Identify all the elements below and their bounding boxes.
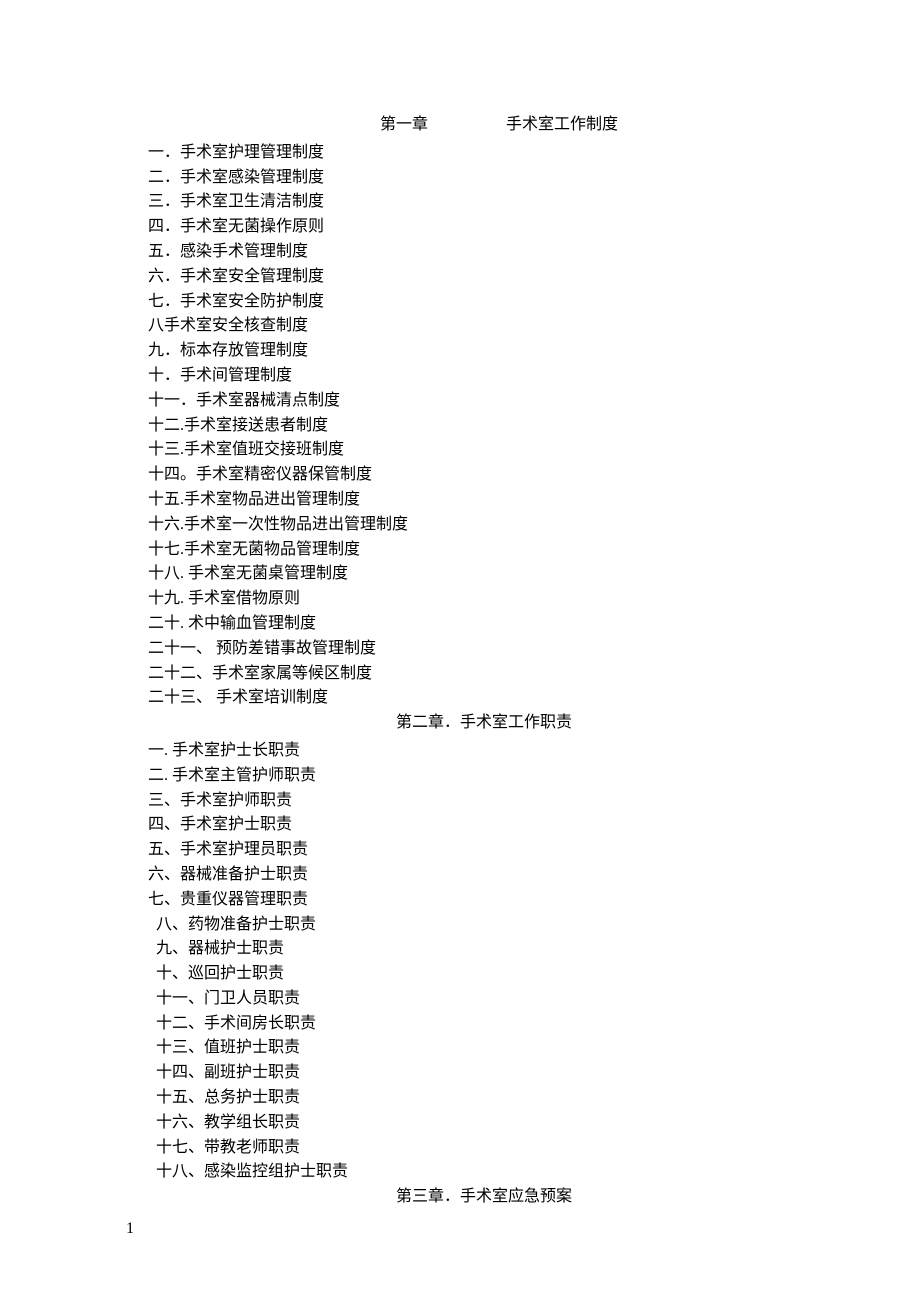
list-item: 二十二、手术室家属等候区制度 xyxy=(148,662,820,687)
list-item: 十四。手术室精密仪器保管制度 xyxy=(148,463,820,488)
list-item: 十一、门卫人员职责 xyxy=(148,987,820,1012)
list-item: 十六.手术室一次性物品进出管理制度 xyxy=(148,513,820,538)
list-item: 十、巡回护士职责 xyxy=(148,962,820,987)
list-item: 十七.手术室无菌物品管理制度 xyxy=(148,538,820,563)
list-item: 十三、值班护士职责 xyxy=(148,1036,820,1061)
list-item: 五．感染手术管理制度 xyxy=(148,240,820,265)
list-item: 四、手术室护士职责 xyxy=(148,813,820,838)
chapter-2-list: 一. 手术室护士长职责 二. 手术室主管护师职责 三、手术室护师职责 四、手术室… xyxy=(148,739,820,1185)
list-item: 十五.手术室物品进出管理制度 xyxy=(148,488,820,513)
list-item: 十四、副班护士职责 xyxy=(148,1061,820,1086)
list-item: 二十三、 手术室培训制度 xyxy=(148,686,820,711)
list-item: 二. 手术室主管护师职责 xyxy=(148,764,820,789)
list-item: 八手术室安全核查制度 xyxy=(148,314,820,339)
list-item: 一. 手术室护士长职责 xyxy=(148,739,820,764)
list-item: 十九. 手术室借物原则 xyxy=(148,587,820,612)
list-item: 七、贵重仪器管理职责 xyxy=(148,888,820,913)
list-item: 一．手术室护理管理制度 xyxy=(148,141,820,166)
chapter-2-name: 第二章．手术室工作职责 xyxy=(396,714,572,731)
list-item: 三、手术室护师职责 xyxy=(148,789,820,814)
chapter-3-title: 第三章．手术室应急预案 xyxy=(148,1185,820,1210)
chapter-1-label: 第一章 xyxy=(380,116,428,133)
list-item: 七．手术室安全防护制度 xyxy=(148,290,820,315)
list-item: 八、药物准备护士职责 xyxy=(148,913,820,938)
list-item: 十一．手术室器械清点制度 xyxy=(148,389,820,414)
chapter-1-list: 一．手术室护理管理制度 二．手术室感染管理制度 三．手术室卫生清洁制度 四．手术… xyxy=(148,141,820,711)
chapter-1-name: 手术室工作制度 xyxy=(506,116,618,133)
list-item: 十五、总务护士职责 xyxy=(148,1086,820,1111)
list-item: 三．手术室卫生清洁制度 xyxy=(148,190,820,215)
list-item: 二十. 术中输血管理制度 xyxy=(148,612,820,637)
list-item: 九、器械护士职责 xyxy=(148,937,820,962)
list-item: 十七、带教老师职责 xyxy=(148,1136,820,1161)
list-item: 十三.手术室值班交接班制度 xyxy=(148,438,820,463)
list-item: 六．手术室安全管理制度 xyxy=(148,265,820,290)
chapter-3-name: 第三章．手术室应急预案 xyxy=(396,1188,572,1205)
chapter-2-title: 第二章．手术室工作职责 xyxy=(148,711,820,736)
list-item: 二十一、 预防差错事故管理制度 xyxy=(148,637,820,662)
list-item: 十八、感染监控组护士职责 xyxy=(148,1160,820,1185)
document-content: 第一章 手术室工作制度 一．手术室护理管理制度 二．手术室感染管理制度 三．手术室… xyxy=(0,0,920,1210)
list-item: 十．手术间管理制度 xyxy=(148,364,820,389)
list-item: 十六、教学组长职责 xyxy=(148,1111,820,1136)
list-item: 九．标本存放管理制度 xyxy=(148,339,820,364)
chapter-1-title: 第一章 手术室工作制度 xyxy=(148,113,820,138)
list-item: 十二、手术间房长职责 xyxy=(148,1012,820,1037)
list-item: 十八. 手术室无菌桌管理制度 xyxy=(148,562,820,587)
list-item: 二．手术室感染管理制度 xyxy=(148,166,820,191)
list-item: 五、手术室护理员职责 xyxy=(148,838,820,863)
list-item: 四．手术室无菌操作原则 xyxy=(148,215,820,240)
list-item: 十二.手术室接送患者制度 xyxy=(148,414,820,439)
list-item: 六、器械准备护士职责 xyxy=(148,863,820,888)
page-number: 1 xyxy=(126,1217,134,1242)
